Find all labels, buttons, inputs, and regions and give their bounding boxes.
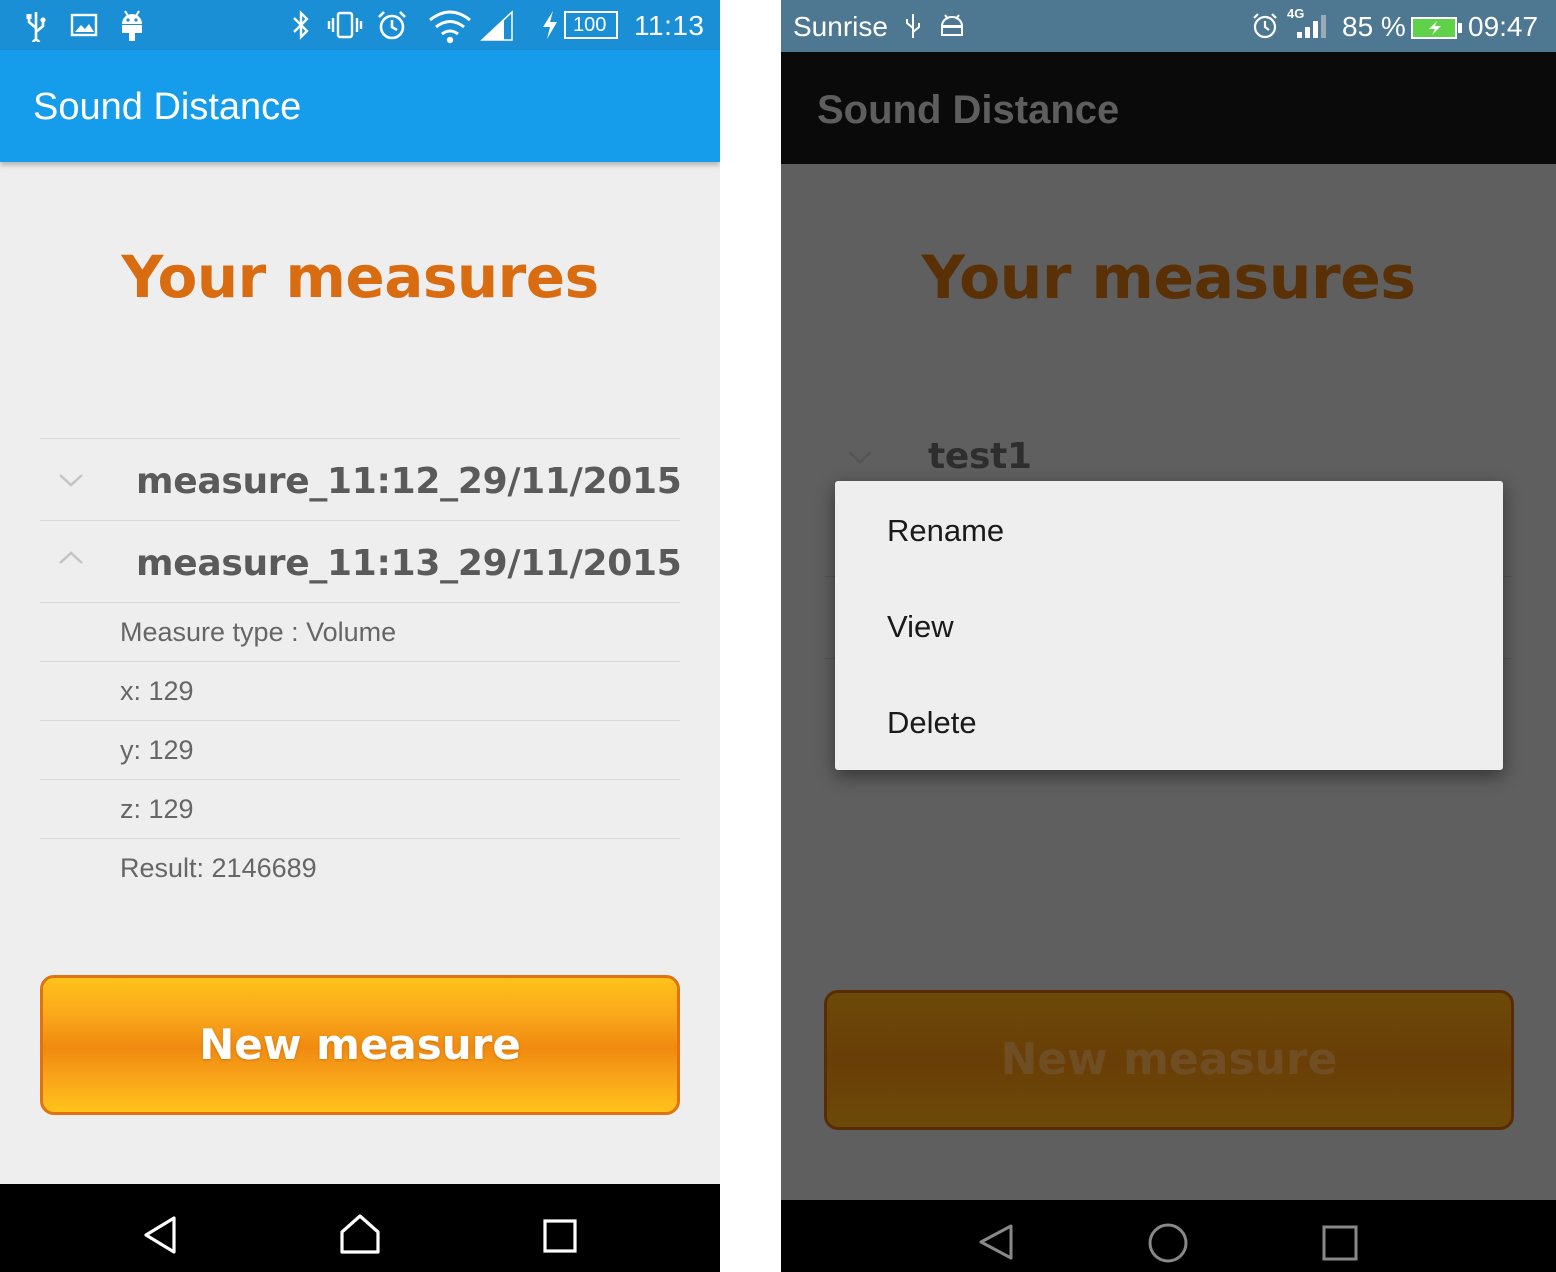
measures-list: measure_11:12_29/11/2015 measure_11:13_2… (40, 438, 682, 897)
context-menu: Rename View Delete (835, 481, 1503, 770)
recents-icon[interactable] (1321, 1224, 1359, 1262)
bluetooth-icon (293, 10, 309, 40)
cell-signal-icon (1297, 15, 1326, 38)
measure-group-label: test1 (928, 436, 1032, 477)
battery-percent: 85 % (1342, 11, 1406, 42)
measure-type-text: Measure type : Volume (120, 617, 397, 647)
measure-x-text: x: 129 (120, 676, 194, 706)
new-measure-button[interactable]: New measure (824, 990, 1514, 1130)
menu-item-delete[interactable]: Delete (835, 673, 1503, 769)
navigation-bar (0, 1184, 720, 1272)
android-icon (122, 10, 142, 41)
app-title: Sound Distance (33, 86, 302, 128)
measure-detail-row[interactable]: Result: 2146689 (40, 838, 680, 897)
navigation-bar (781, 1200, 1556, 1272)
recents-icon[interactable] (542, 1218, 578, 1254)
chevron-up-icon (59, 551, 83, 564)
measure-z-text: z: 129 (120, 794, 194, 824)
chevron-down-icon (59, 474, 83, 487)
right-phone-screen: Sunrise 4G 85 % 09:47 Sound Distance You… (781, 0, 1556, 1272)
measure-detail-row[interactable]: Measure type : Volume (40, 602, 680, 661)
page-heading: Your measures (921, 243, 1416, 313)
menu-item-label: Rename (887, 513, 1005, 548)
charging-icon (543, 11, 557, 39)
status-time: 09:47 (1468, 11, 1539, 42)
menu-item-label: View (887, 609, 954, 644)
battery-charging-icon (1411, 17, 1457, 39)
battery-tip (1458, 23, 1462, 33)
back-icon[interactable] (140, 1214, 180, 1256)
menu-item-rename[interactable]: Rename (835, 481, 1503, 577)
alarm-icon (378, 11, 406, 40)
battery-level: 100 (573, 14, 607, 36)
vibrate-icon (327, 11, 363, 39)
app-toolbar: Sound Distance (781, 52, 1556, 164)
new-measure-button[interactable]: New measure (40, 975, 680, 1115)
status-bar: Sunrise 4G 85 % 09:47 (781, 0, 1556, 52)
measure-group-row[interactable]: measure_11:12_29/11/2015 (40, 438, 682, 520)
page-heading: Your measures (121, 243, 599, 311)
home-icon[interactable] (336, 1212, 384, 1256)
measure-detail-row[interactable]: y: 129 (40, 720, 680, 779)
carrier-name: Sunrise (793, 11, 888, 42)
alarm-icon (1253, 13, 1277, 39)
home-icon[interactable] (1147, 1222, 1189, 1264)
back-icon[interactable] (977, 1222, 1017, 1262)
app-toolbar: Sound Distance (0, 50, 720, 162)
app-title: Sound Distance (817, 88, 1120, 132)
android-debug-icon (940, 14, 964, 36)
usb-icon (906, 14, 920, 38)
measure-y-text: y: 129 (120, 735, 194, 765)
left-phone-screen: 100 11:13 Sound Distance Your measures m… (0, 0, 720, 1272)
menu-item-view[interactable]: View (835, 577, 1503, 673)
wifi-icon (429, 10, 471, 44)
measure-result-text: Result: 2146689 (120, 853, 317, 883)
status-time: 11:13 (634, 10, 705, 41)
cell-signal-icon (480, 10, 513, 41)
measure-group-row-expanded[interactable]: measure_11:13_29/11/2015 (40, 520, 682, 602)
menu-item-label: Delete (887, 705, 977, 740)
usb-icon (26, 12, 46, 42)
battery-icon: 100 (564, 11, 618, 39)
chevron-down-icon (848, 451, 872, 464)
measure-group-label: measure_11:12_29/11/2015 (136, 461, 682, 502)
measure-group-label: measure_11:13_29/11/2015 (136, 543, 682, 584)
status-bar: 100 11:13 (0, 0, 720, 50)
measure-detail-row[interactable]: z: 129 (40, 779, 680, 838)
image-notification-icon (70, 13, 98, 37)
measure-detail-row[interactable]: x: 129 (40, 661, 680, 720)
